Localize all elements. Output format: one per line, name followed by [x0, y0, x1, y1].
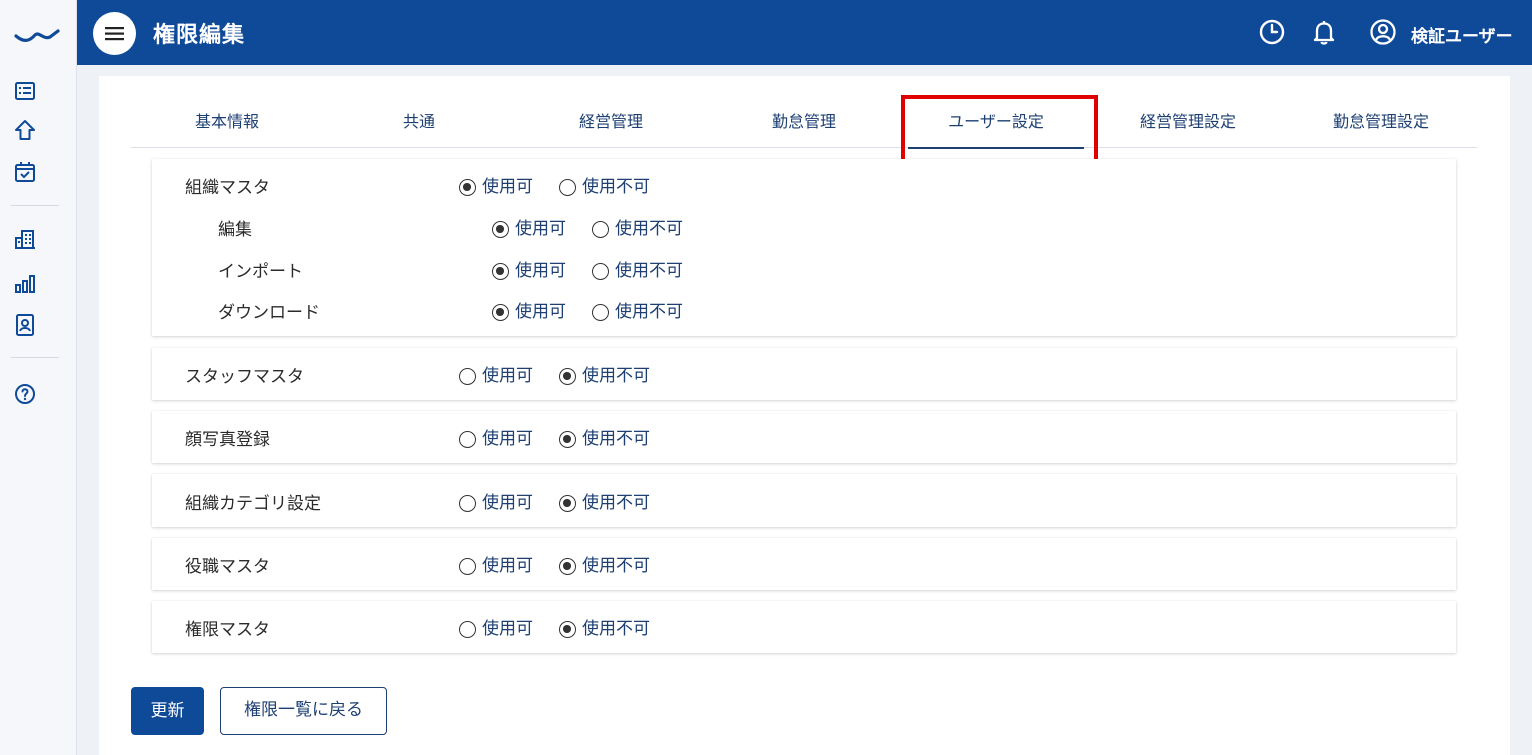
sidebar [0, 0, 77, 755]
permission-label: 組織マスタ [185, 178, 270, 198]
page-title: 権限編集 [153, 23, 246, 48]
tab-basic-info[interactable]: 基本情報 [131, 102, 323, 148]
list-icon[interactable] [13, 79, 37, 103]
permission-row-staff-master: スタッフマスタ 使用可 使用不可 [152, 348, 1456, 400]
tab-business-management[interactable]: 経営管理 [515, 102, 707, 148]
permission-label: 役職マスタ [185, 557, 270, 577]
hamburger-icon [105, 27, 124, 41]
update-button[interactable]: 更新 [131, 687, 204, 735]
sidebar-divider [11, 205, 59, 206]
permission-label: 顔写真登録 [185, 430, 270, 450]
calendar-check-icon[interactable] [13, 160, 37, 184]
permission-row-face-photo: 顔写真登録 使用可 使用不可 [152, 411, 1456, 463]
id-card-icon[interactable] [13, 313, 37, 337]
permission-row-role-master: 権限マスタ 使用可 使用不可 [152, 601, 1456, 653]
tab-attendance-management-settings[interactable]: 勤怠管理設定 [1285, 102, 1477, 148]
user-name[interactable]: 検証ユーザー [1411, 22, 1513, 47]
clock-icon[interactable] [1258, 18, 1286, 46]
permission-label: スタッフマスタ [185, 367, 304, 387]
permission-label: 組織カテゴリ設定 [185, 494, 321, 514]
sidebar-divider [11, 357, 59, 358]
building-icon[interactable] [13, 227, 37, 251]
tab-attendance-management[interactable]: 勤怠管理 [708, 102, 900, 148]
hamburger-menu-button[interactable] [93, 12, 136, 55]
permission-label: ダウンロード [218, 303, 320, 323]
back-to-list-button[interactable]: 権限一覧に戻る [220, 687, 387, 735]
permission-row-position-master: 役職マスタ 使用可 使用不可 [152, 538, 1456, 590]
permission-label: インポート [218, 262, 303, 282]
bar-chart-icon[interactable] [13, 271, 37, 295]
active-tab-highlight [901, 95, 1098, 166]
logo[interactable] [14, 22, 60, 44]
permission-label: 権限マスタ [185, 620, 270, 640]
home-icon[interactable] [13, 118, 37, 142]
bell-icon[interactable] [1310, 18, 1338, 46]
permission-row-org-master: 組織マスタ 使用可 使用不可 編集 使用可 使用不可 インポート 使用可 使用不… [152, 159, 1456, 336]
permission-label: 編集 [218, 220, 252, 240]
tab-bar: 基本情報 共通 経営管理 勤怠管理 ユーザー設定 経営管理設定 勤怠管理設定 [131, 102, 1477, 149]
app-header: 権限編集 検証ユーザー [77, 0, 1532, 65]
permission-row-org-category: 組織カテゴリ設定 使用可 使用不可 [152, 474, 1456, 527]
user-avatar-icon[interactable] [1369, 18, 1397, 46]
help-icon[interactable] [13, 382, 37, 406]
tab-business-management-settings[interactable]: 経営管理設定 [1092, 102, 1284, 148]
main-card: 基本情報 共通 経営管理 勤怠管理 ユーザー設定 経営管理設定 勤怠管理設定 組… [99, 76, 1510, 755]
tab-common[interactable]: 共通 [323, 102, 515, 148]
